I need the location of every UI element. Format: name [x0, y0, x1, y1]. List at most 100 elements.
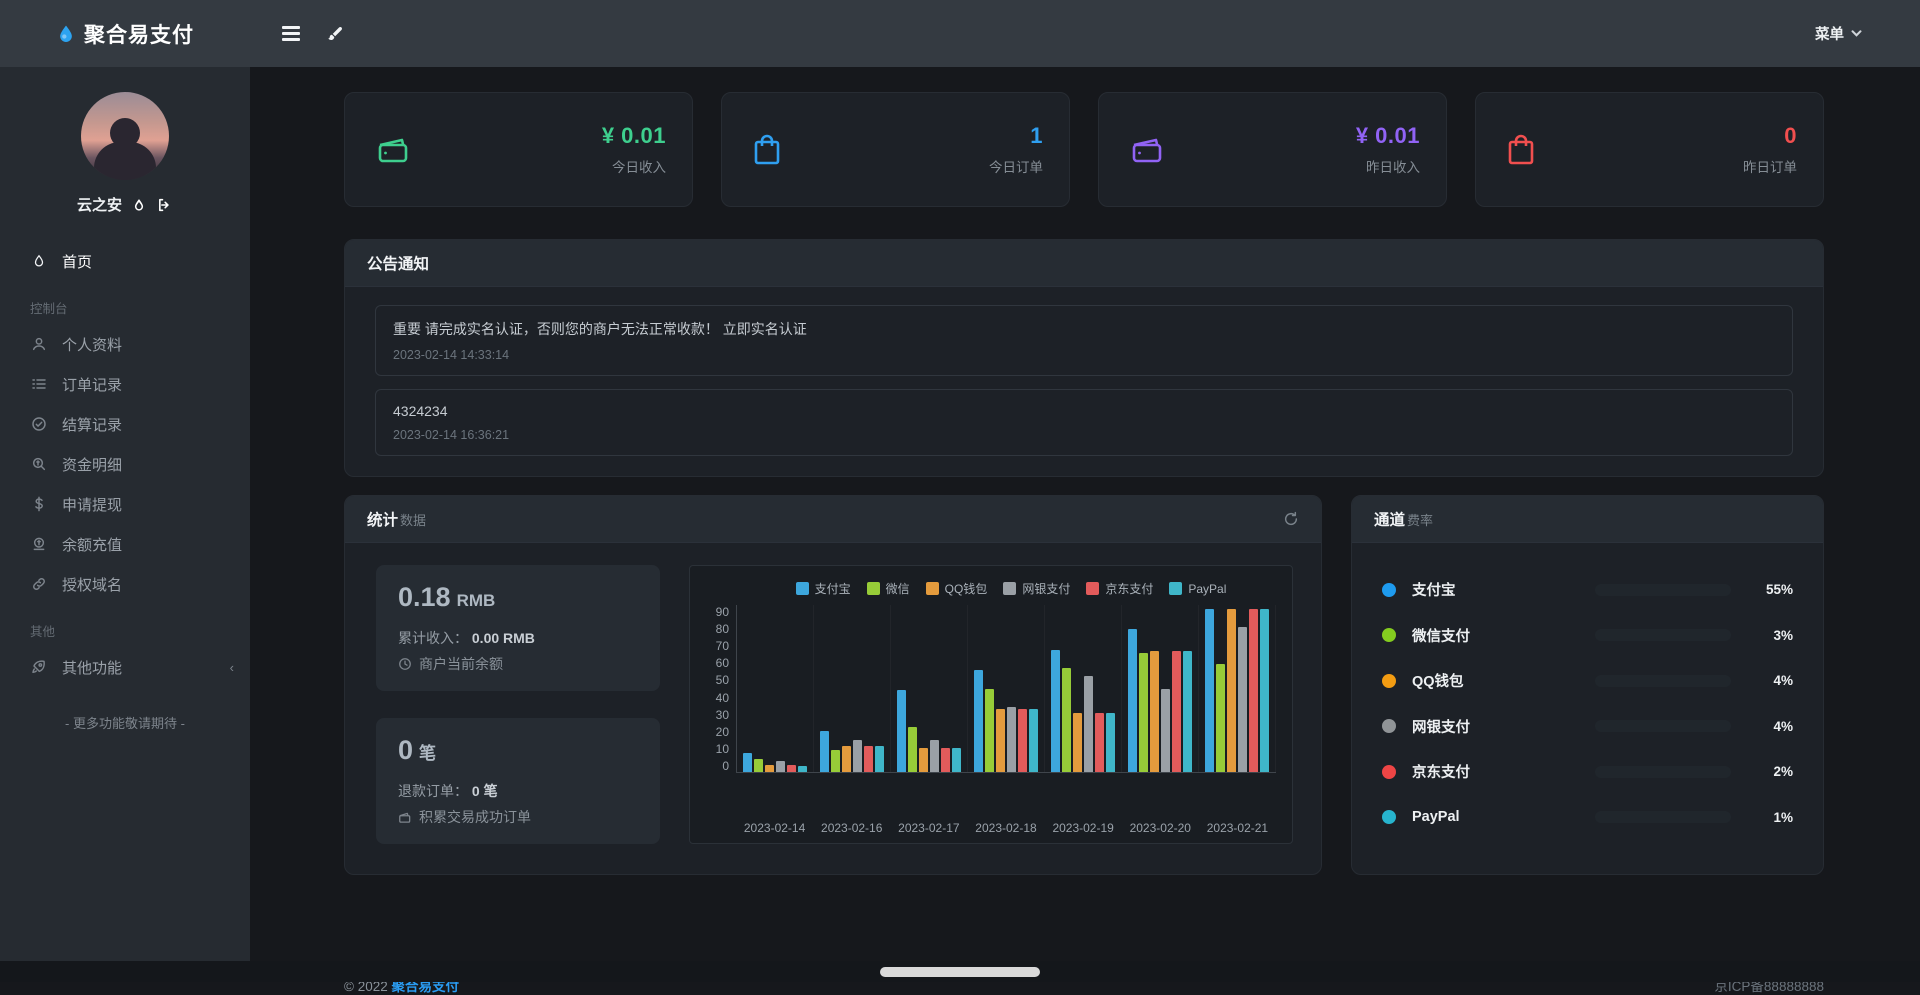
sidebar-item-home[interactable]: 首页: [0, 241, 250, 281]
bar-京东支付[interactable]: [1095, 713, 1104, 772]
legend-item-PayPal[interactable]: PayPal: [1169, 580, 1226, 597]
legend-item-QQ钱包[interactable]: QQ钱包: [926, 580, 988, 597]
bar-PayPal[interactable]: [952, 748, 961, 772]
sidebar-item-recharge[interactable]: 余额充值: [0, 524, 250, 564]
legend-item-微信[interactable]: 微信: [867, 580, 910, 597]
bar-QQ钱包[interactable]: [996, 709, 1005, 772]
user-drop-icon[interactable]: [132, 197, 146, 213]
sidebar-item-label: 其他功能: [62, 657, 122, 678]
bar-PayPal[interactable]: [1183, 651, 1192, 772]
bar-PayPal[interactable]: [1106, 713, 1115, 772]
bar-微信[interactable]: [1139, 653, 1148, 772]
bar-PayPal[interactable]: [875, 746, 884, 772]
bar-支付宝[interactable]: [1128, 629, 1137, 772]
bar-支付宝[interactable]: [1205, 609, 1214, 772]
bar-京东支付[interactable]: [1249, 609, 1258, 772]
sidebar-toggle-hamburger-icon[interactable]: [282, 26, 300, 41]
bar-微信[interactable]: [1216, 664, 1225, 772]
sidebar-item-link[interactable]: 授权域名: [0, 564, 250, 604]
legend-item-京东支付[interactable]: 京东支付: [1086, 580, 1153, 597]
order-list-icon: [30, 376, 48, 392]
y-tick-label: 20: [706, 725, 729, 739]
bar-网银支付[interactable]: [1084, 676, 1093, 772]
sidebar-item-dollar[interactable]: 申请提现: [0, 484, 250, 524]
channel-row-微信支付: 微信支付 3%: [1382, 613, 1793, 659]
bar-QQ钱包[interactable]: [1150, 651, 1159, 772]
theme-brush-icon[interactable]: [326, 25, 344, 43]
channel-row-QQ钱包: QQ钱包 4%: [1382, 658, 1793, 704]
bar-QQ钱包[interactable]: [842, 746, 851, 772]
channel-name: 京东支付: [1412, 761, 1595, 782]
bar-支付宝[interactable]: [1051, 650, 1060, 772]
bar-PayPal[interactable]: [1260, 609, 1269, 772]
bar-京东支付[interactable]: [787, 765, 796, 772]
announcement-item[interactable]: 重要 请完成实名认证，否则您的商户无法正常收款！ 立即实名认证 2023-02-…: [375, 305, 1793, 376]
sidebar-item-user[interactable]: 个人资料: [0, 324, 250, 364]
channel-percent: 4%: [1731, 719, 1793, 734]
sidebar-item-search-funds[interactable]: 资金明细: [0, 444, 250, 484]
x-tick-label: 2023-02-20: [1122, 821, 1199, 835]
sidebar-item-rocket[interactable]: 其他功能‹: [0, 647, 250, 687]
bar-网银支付[interactable]: [1007, 707, 1016, 772]
recharge-icon: [30, 536, 48, 552]
bar-网银支付[interactable]: [853, 740, 862, 772]
search-funds-icon: [30, 456, 48, 472]
announcement-item[interactable]: 4324234 2023-02-14 16:36:21: [375, 389, 1793, 456]
bar-京东支付[interactable]: [864, 746, 873, 772]
bar-支付宝[interactable]: [974, 670, 983, 772]
stat-card-今日收入: ¥ 0.01 今日收入: [344, 92, 693, 207]
bar-支付宝[interactable]: [897, 690, 906, 772]
stat-card-label: 昨日订单: [1743, 156, 1797, 176]
menu-dropdown[interactable]: 菜单: [1815, 23, 1862, 44]
user-icon: [30, 336, 48, 352]
bar-微信[interactable]: [985, 689, 994, 773]
bar-京东支付[interactable]: [941, 748, 950, 772]
bar-PayPal[interactable]: [1029, 709, 1038, 772]
stat-card-value: 0: [1743, 123, 1797, 149]
sidebar-item-order-list[interactable]: 订单记录: [0, 364, 250, 404]
channel-progress-bar: [1595, 766, 1731, 778]
channel-name: QQ钱包: [1412, 670, 1595, 691]
bar-微信[interactable]: [754, 759, 763, 772]
bar-京东支付[interactable]: [1018, 709, 1027, 772]
bar-QQ钱包[interactable]: [1227, 609, 1236, 772]
chart-group-2023-02-17: [891, 605, 968, 772]
channel-row-网银支付: 网银支付 4%: [1382, 704, 1793, 750]
sidebar-item-label: 余额充值: [62, 534, 122, 555]
bar-微信[interactable]: [908, 727, 917, 772]
legend-item-支付宝[interactable]: 支付宝: [796, 580, 851, 597]
brand[interactable]: 聚合易支付: [0, 19, 250, 49]
bar-网银支付[interactable]: [1161, 689, 1170, 773]
legend-item-网银支付[interactable]: 网银支付: [1003, 580, 1070, 597]
sidebar-item-check-circle[interactable]: 结算记录: [0, 404, 250, 444]
bar-网银支付[interactable]: [930, 740, 939, 772]
refresh-icon[interactable]: [1283, 511, 1299, 527]
bar-QQ钱包[interactable]: [1073, 713, 1082, 772]
horizontal-scrollbar[interactable]: [880, 967, 1040, 977]
channel-percent: 1%: [1731, 810, 1793, 825]
bar-PayPal[interactable]: [798, 766, 807, 772]
rocket-icon: [30, 659, 48, 675]
bar-支付宝[interactable]: [743, 753, 752, 772]
logout-icon[interactable]: [156, 197, 173, 213]
bar-网银支付[interactable]: [1238, 627, 1247, 772]
bar-QQ钱包[interactable]: [765, 765, 774, 772]
orders-bar-chart: 支付宝 微信 QQ钱包 网银支付 京东支付 PayPal 90807060504…: [689, 565, 1293, 844]
y-tick-label: 50: [706, 673, 729, 687]
channel-dot-icon: [1382, 674, 1396, 688]
channel-rates-title-light: 费率: [1407, 510, 1433, 529]
refunds-value: 0: [398, 735, 413, 765]
avatar[interactable]: [81, 92, 169, 180]
bar-微信[interactable]: [831, 750, 840, 772]
channel-dot-icon: [1382, 765, 1396, 779]
legend-label: QQ钱包: [945, 580, 988, 597]
y-tick-label: 0: [706, 759, 729, 773]
bar-京东支付[interactable]: [1172, 651, 1181, 772]
bar-微信[interactable]: [1062, 668, 1071, 772]
bar-网银支付[interactable]: [776, 761, 785, 772]
bar-支付宝[interactable]: [820, 731, 829, 772]
topbar: 聚合易支付 菜单: [0, 0, 1920, 67]
sidebar-item-label: 首页: [62, 251, 92, 272]
stat-card-value: ¥ 0.01: [1356, 123, 1420, 149]
bar-QQ钱包[interactable]: [919, 748, 928, 772]
